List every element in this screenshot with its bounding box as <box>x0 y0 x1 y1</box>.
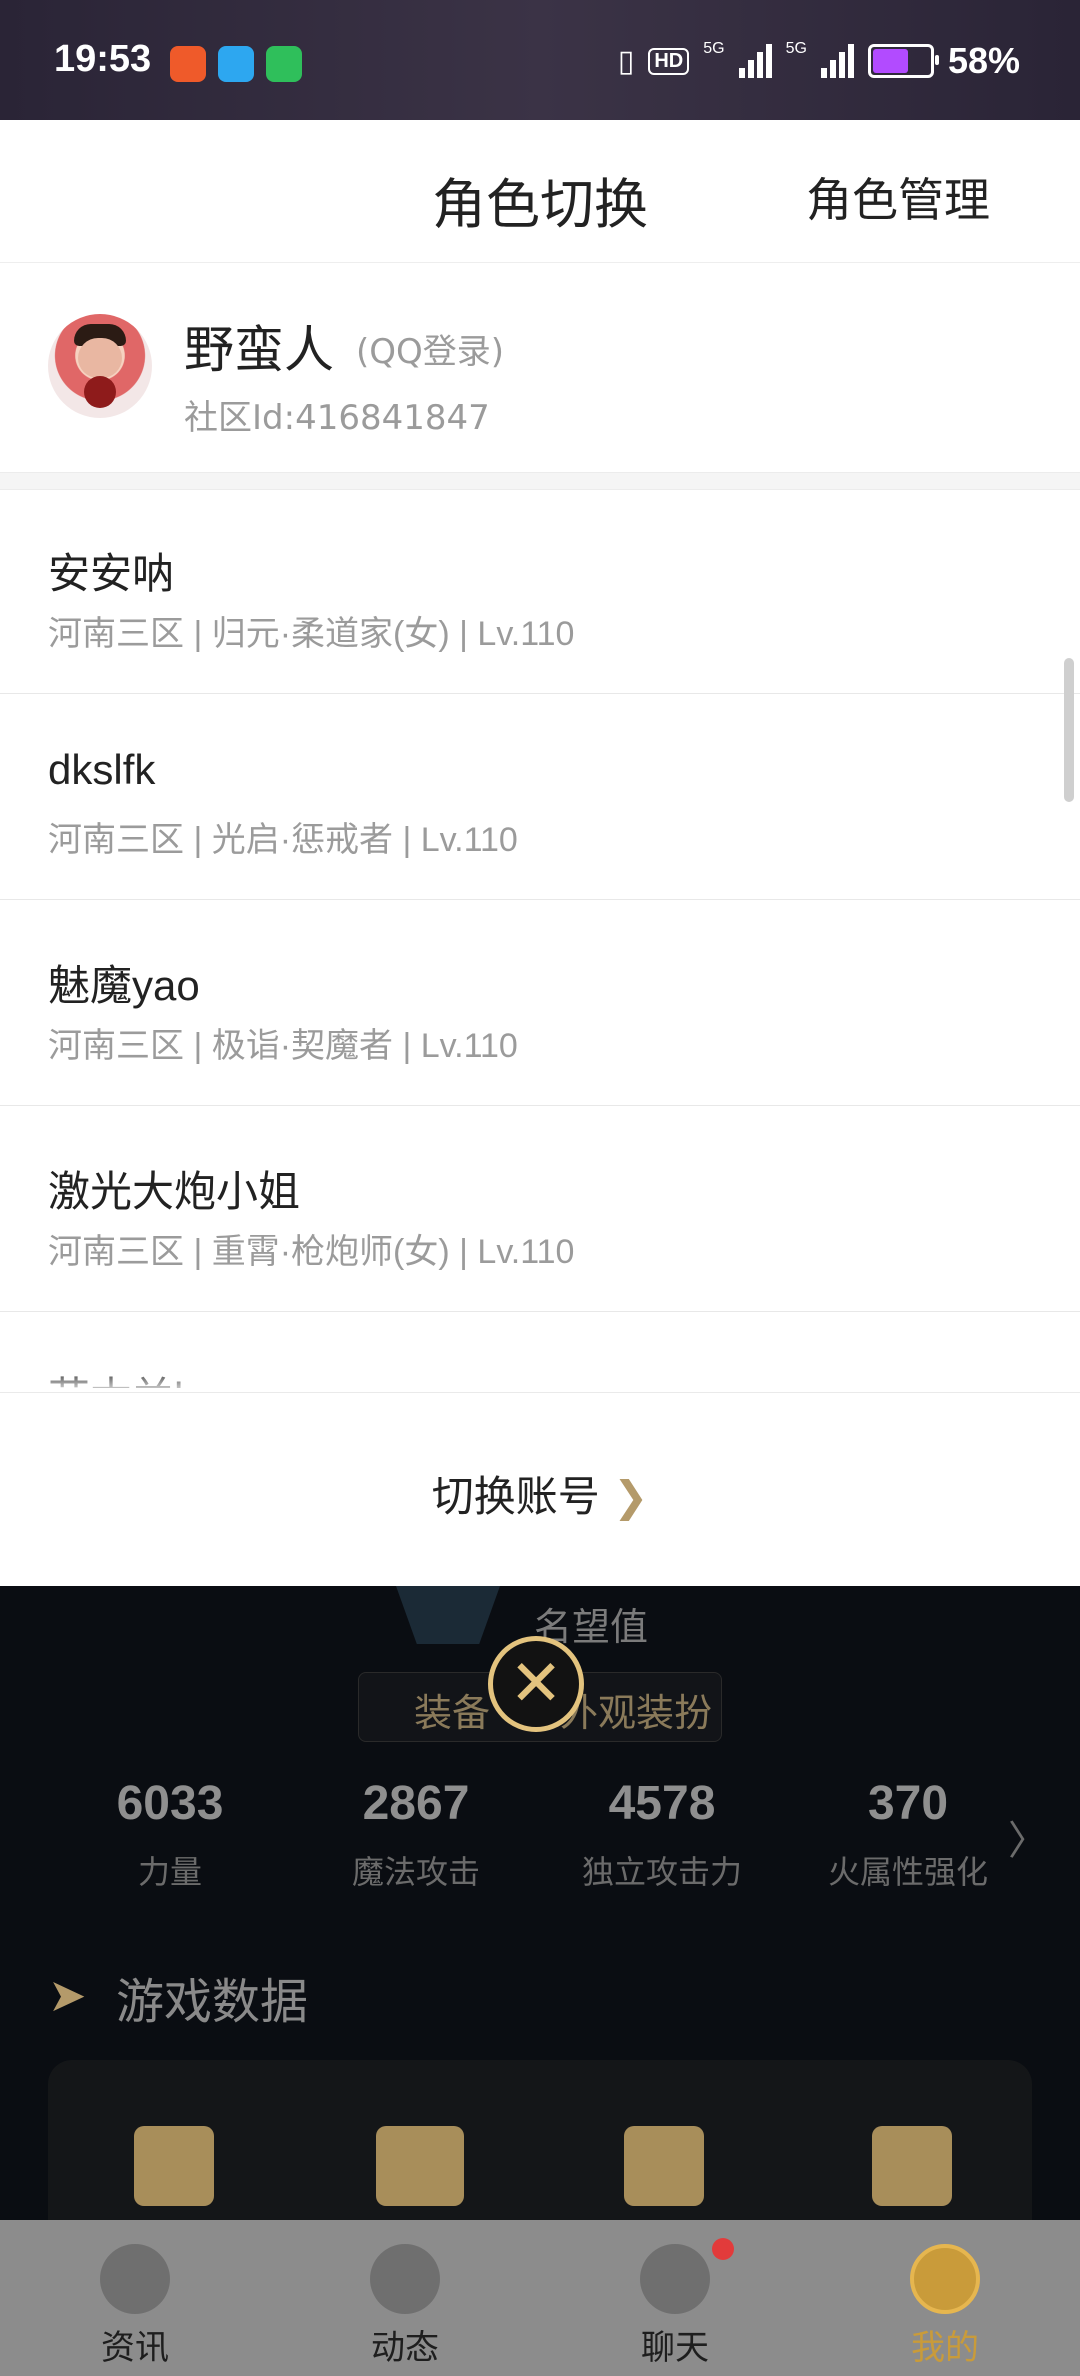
nav-feed[interactable]: 动态 <box>270 2220 540 2376</box>
stat-label: 魔法攻击 <box>351 1853 480 1891</box>
nav-chat[interactable]: 聊天 <box>540 2220 810 2376</box>
profile-icon <box>910 2244 980 2314</box>
role-manage-button[interactable]: 角色管理 <box>806 164 990 230</box>
unread-badge <box>712 2238 734 2260</box>
status-bar: 19:53 ▯ HD 5G 5G 58% <box>0 0 1080 120</box>
vibrate-icon: ▯ <box>617 44 635 78</box>
role-name: 魅魔yao <box>48 962 200 1009</box>
current-user-row[interactable]: 野蛮人 (QQ登录) 社区Id:416841847 <box>0 262 1080 472</box>
dragon-icon <box>370 2244 440 2314</box>
role-item[interactable]: dkslfk 河南三区 | 光启·惩戒者 | Lv.110 <box>0 694 1080 900</box>
login-type: (QQ登录) <box>356 332 505 372</box>
role-item[interactable]: 花木兰boss <box>0 1312 1080 1388</box>
app-notification-icon <box>170 46 206 82</box>
stat-strength: 6033 力量 <box>50 1776 290 1893</box>
nav-label: 我的 <box>911 2328 979 2368</box>
community-id: 社区Id:416841847 <box>184 398 490 438</box>
stat-value: 4578 <box>608 1777 716 1830</box>
signal-2-icon <box>820 44 854 78</box>
switch-account-label: 切换账号 ❯ <box>0 1463 1080 1524</box>
stat-label: 火属性强化 <box>827 1853 988 1891</box>
role-name: 花木兰boss <box>48 1364 263 1388</box>
role-info: 河南三区 | 重霄·枪炮师(女) | Lv.110 <box>48 1233 575 1271</box>
role-switch-sheet: 角色切换 角色管理 野蛮人 (QQ登录) 社区Id:416841847 安安呐 … <box>0 120 1080 1586</box>
role-info: 河南三区 | 光启·惩戒者 | Lv.110 <box>48 821 518 859</box>
role-info: 河南三区 | 极诣·契魔者 | Lv.110 <box>48 1027 518 1065</box>
battery-percent: 58% <box>947 40 1020 81</box>
stat-label: 力量 <box>137 1853 202 1891</box>
stat-value: 370 <box>867 1777 949 1830</box>
nav-news[interactable]: 资讯 <box>0 2220 270 2376</box>
battery-icon <box>867 44 939 78</box>
status-time: 19:53 <box>54 38 152 80</box>
news-icon <box>100 2244 170 2314</box>
profile-background: 名望值 装备 外观装扮 ✕ 6033 力量 2867 魔法攻击 4578 独立攻… <box>0 1586 1080 2260</box>
message-notification-icon <box>266 46 302 82</box>
role-item[interactable]: 魅魔yao 河南三区 | 极诣·契魔者 | Lv.110 <box>0 900 1080 1106</box>
stat-value: 6033 <box>116 1777 224 1830</box>
stat-magic-attack: 2867 魔法攻击 <box>296 1776 536 1893</box>
stat-independent-attack: 4578 独立攻击力 <box>542 1776 782 1893</box>
stat-value: 2867 <box>362 1777 470 1830</box>
browser-notification-icon <box>218 46 254 82</box>
scrollbar-thumb[interactable] <box>1064 658 1074 802</box>
user-name: 野蛮人 <box>184 321 334 379</box>
role-item[interactable]: 安安呐 河南三区 | 归元·柔道家(女) | Lv.110 <box>0 488 1080 694</box>
battery-fill <box>872 49 908 73</box>
avatar <box>48 314 152 418</box>
role-name: 安安呐 <box>48 550 175 597</box>
rank-emblem-icon <box>396 1586 500 1644</box>
role-name: dkslfk <box>48 746 156 793</box>
signal-1-icon <box>738 44 772 78</box>
game-data-edit-icon[interactable] <box>872 2126 952 2206</box>
bottom-nav: 资讯 动态 聊天 我的 <box>0 2220 1080 2376</box>
chevron-right-icon: ❯ <box>613 1472 649 1521</box>
sheet-header: 角色切换 角色管理 <box>0 120 1080 263</box>
stat-label: 独立攻击力 <box>581 1853 742 1891</box>
switch-account-text: 切换账号 <box>431 1472 600 1521</box>
tab-equipment[interactable]: 装备 <box>414 1682 490 1737</box>
nav-profile[interactable]: 我的 <box>810 2220 1080 2376</box>
role-name: 激光大炮小姐 <box>48 1168 301 1215</box>
switch-account-button[interactable]: 切换账号 ❯ <box>0 1392 1080 1586</box>
nav-label: 资讯 <box>101 2328 169 2368</box>
stats-more-chevron-icon[interactable]: 〉 <box>1008 1808 1048 1866</box>
status-indicators: ▯ HD 5G 5G 58% <box>618 40 1020 82</box>
signal-2-label: 5G <box>785 40 807 57</box>
nav-label: 动态 <box>371 2328 439 2368</box>
hd-icon: HD <box>648 47 690 75</box>
game-data-title: 游戏数据 <box>116 1974 309 2030</box>
game-data-scroll-icon[interactable] <box>624 2126 704 2206</box>
game-data-entry-icon[interactable] <box>134 2126 214 2206</box>
role-list[interactable]: 安安呐 河南三区 | 归元·柔道家(女) | Lv.110 dkslfk 河南三… <box>0 488 1080 1388</box>
signal-1-label: 5G <box>703 40 725 57</box>
stat-fire-enhance: 370 火属性强化 <box>788 1776 1028 1893</box>
chat-icon <box>640 2244 710 2314</box>
game-data-bag-icon[interactable] <box>376 2126 464 2206</box>
role-item[interactable]: 激光大炮小姐 河南三区 | 重霄·枪炮师(女) | Lv.110 <box>0 1106 1080 1312</box>
close-button[interactable]: ✕ <box>488 1636 584 1732</box>
game-data-icon: ➤ <box>48 1968 87 2022</box>
role-info: 河南三区 | 归元·柔道家(女) | Lv.110 <box>48 615 575 653</box>
nav-label: 聊天 <box>641 2328 709 2368</box>
close-icon: ✕ <box>509 1647 563 1721</box>
